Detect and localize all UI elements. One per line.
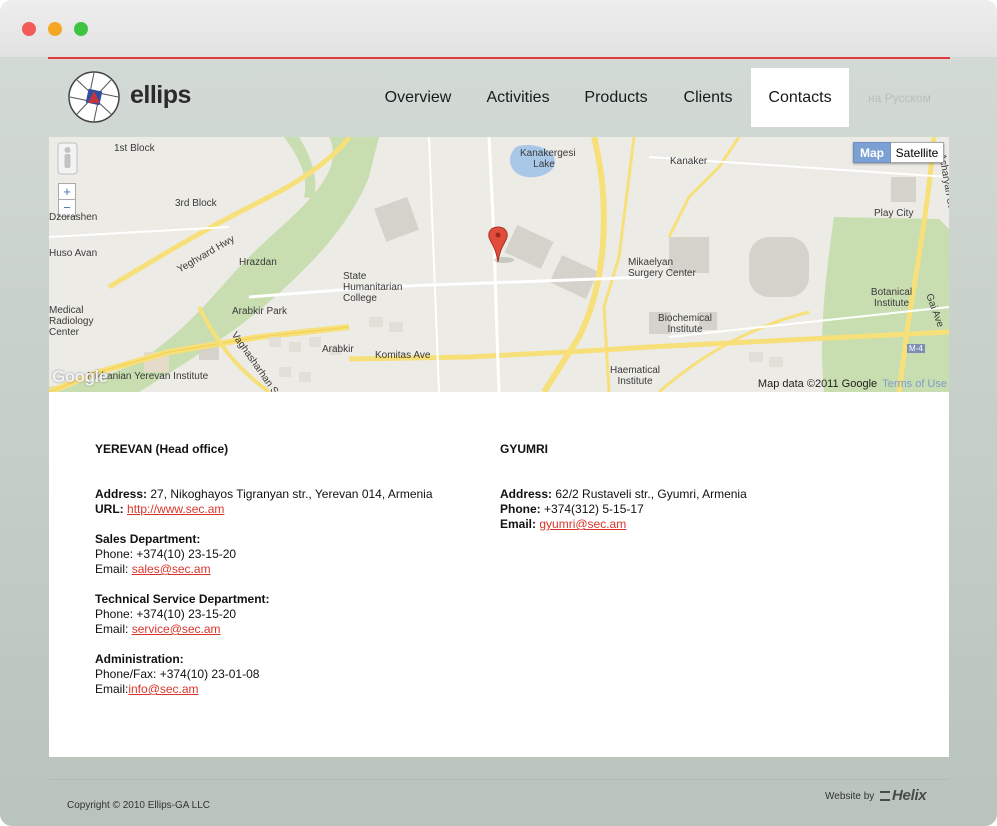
footer-divider: [49, 779, 949, 780]
office-title: GYUMRI: [500, 442, 548, 456]
satellite-view-button[interactable]: Satellite: [891, 142, 944, 163]
map-label: Botanical Institute: [870, 287, 913, 309]
url-row: URL: http://www.sec.am: [95, 502, 225, 516]
google-logo: Google: [52, 367, 108, 386]
browser-window: ellips Overview Activities Products Clie…: [0, 0, 997, 826]
admin-email-row: Email:info@sec.am: [95, 682, 199, 696]
map-label: Kanakergesi Lake: [520, 148, 576, 170]
nav-item-contacts[interactable]: Contacts: [751, 68, 849, 127]
map-data-attribution: Map data ©2011 Google: [757, 378, 878, 390]
email-row: Email: gyumri@sec.am: [500, 517, 627, 531]
admin-title: Administration:: [95, 652, 184, 666]
map-view-button[interactable]: Map: [853, 142, 891, 163]
map-label: Dzorashen: [49, 212, 98, 223]
map-label: Arabkir Park: [232, 306, 288, 317]
helix-logo-link[interactable]: Helix: [880, 787, 927, 804]
nav-item-clients[interactable]: Clients: [668, 68, 748, 127]
map-label: M-4: [907, 344, 925, 353]
nav-item-activities[interactable]: Activities: [473, 68, 563, 127]
terms-of-use-link[interactable]: Terms of Use: [882, 378, 947, 390]
map-label: Komitas Ave: [375, 350, 431, 361]
tech-phone: Phone: +374(10) 23-15-20: [95, 607, 237, 621]
website-by-text: Website by: [825, 791, 875, 802]
address-row: Address: 62/2 Rustaveli str., Gyumri, Ar…: [500, 487, 747, 501]
header-accent-line: [48, 57, 950, 59]
sales-email-link[interactable]: sales@sec.am: [132, 562, 211, 576]
map-label: Hrazdan: [239, 257, 277, 268]
tech-email-row: Email: service@sec.am: [95, 622, 221, 636]
nav-item-products[interactable]: Products: [572, 68, 660, 127]
map-type-control: Map Satellite: [853, 142, 944, 163]
tech-title: Technical Service Department:: [95, 592, 270, 606]
sales-email-row: Email: sales@sec.am: [95, 562, 211, 576]
map-label: Arabkir: [322, 344, 354, 355]
gyumri-office: GYUMRI Address: 62/2 Rustaveli str., Gyu…: [500, 442, 747, 532]
map-label: State Humanitarian College: [343, 271, 403, 304]
helix-logo-icon: [880, 791, 890, 802]
phone-row: Phone: +374(312) 5-15-17: [500, 502, 644, 516]
window-titlebar: [0, 0, 997, 57]
yerevan-office: YEREVAN (Head office) Address: 27, Nikog…: [95, 442, 433, 697]
zoom-in-button[interactable]: +: [58, 183, 76, 200]
website-link[interactable]: http://www.sec.am: [127, 502, 224, 516]
map-label: Medical Radiology Center: [49, 305, 94, 338]
minimize-window-button[interactable]: [48, 22, 62, 36]
google-map[interactable]: + − 1st Block 3rd Block Hrazdan Arabkir …: [49, 137, 949, 392]
content-panel: + − 1st Block 3rd Block Hrazdan Arabkir …: [49, 137, 949, 757]
map-label: Biochemical Institute: [658, 313, 712, 335]
map-label: Play City: [874, 208, 914, 219]
service-email-link[interactable]: service@sec.am: [132, 622, 221, 636]
main-nav: Overview Activities Products Clients Con…: [0, 68, 997, 127]
helix-logo-text: Helix: [892, 787, 927, 804]
map-label: Huso Avan: [49, 248, 98, 259]
map-label: 1st Block: [114, 143, 155, 154]
map-label: Mikaelyan Surgery Center: [628, 257, 696, 279]
map-label: Kanaker: [670, 156, 708, 167]
info-email-link[interactable]: info@sec.am: [128, 682, 198, 696]
map-label: Haematical Institute: [609, 365, 661, 387]
sales-phone: Phone: +374(10) 23-15-20: [95, 547, 237, 561]
copyright-text: Copyright © 2010 Ellips-GA LLC: [67, 800, 210, 811]
nav-item-overview[interactable]: Overview: [373, 68, 463, 127]
language-switch-link[interactable]: на Русском: [868, 68, 931, 127]
close-window-button[interactable]: [22, 22, 36, 36]
office-title: YEREVAN (Head office): [95, 442, 229, 456]
map-attribution: Map data ©2011 Google Terms of Use: [758, 378, 947, 390]
map-label: 3rd Block: [175, 198, 217, 209]
address-row: Address: 27, Nikoghayos Tigranyan str., …: [95, 487, 433, 501]
maximize-window-button[interactable]: [74, 22, 88, 36]
admin-phone: Phone/Fax: +374(10) 23-01-08: [95, 667, 260, 681]
gyumri-email-link[interactable]: gyumri@sec.am: [539, 517, 626, 531]
sales-title: Sales Department:: [95, 532, 201, 546]
